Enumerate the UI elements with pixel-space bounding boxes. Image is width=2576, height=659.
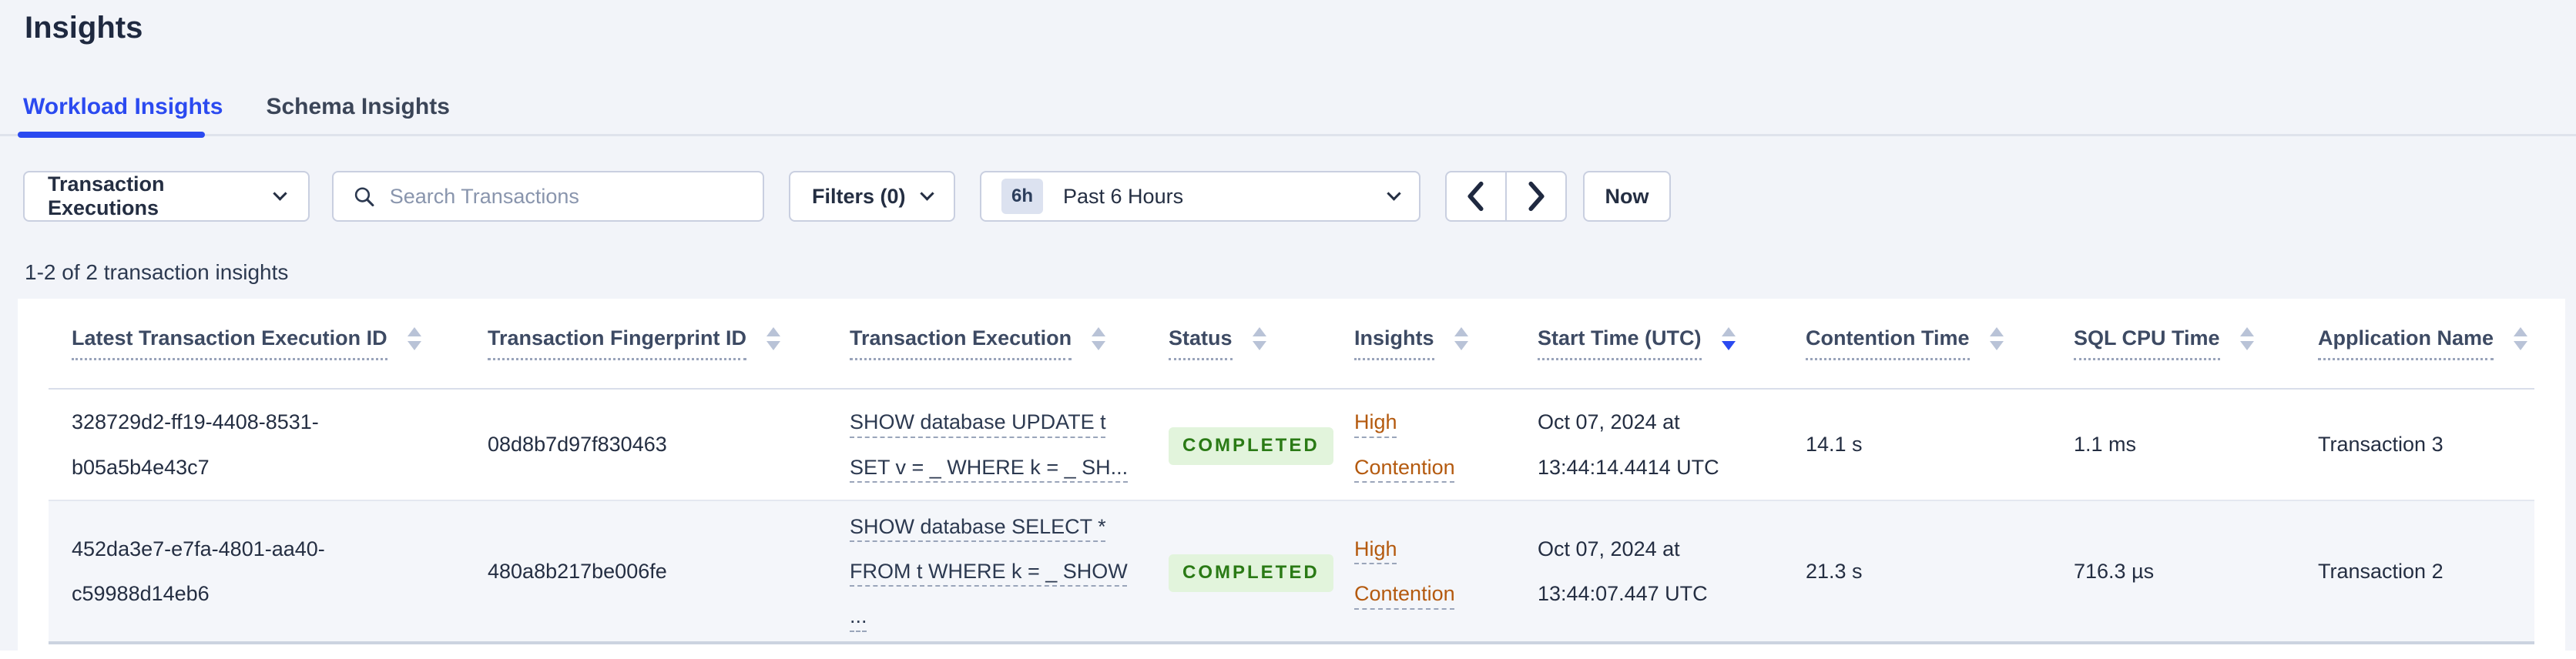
next-time-range-button[interactable]	[1505, 172, 1565, 220]
insights-table-card: Latest Transaction Execution ID Transact…	[18, 299, 2565, 659]
sort-arrows[interactable]	[2514, 327, 2528, 350]
statement-cell: SHOW database SELECT * FROM t WHERE k = …	[827, 500, 1145, 643]
sort-arrows[interactable]	[1092, 327, 1106, 350]
column-header-insights: Insights	[1331, 299, 1514, 389]
contention-time-cell: 14.1 s	[1806, 433, 1863, 457]
time-range-pager	[1445, 171, 1567, 222]
previous-time-range-button[interactable]	[1447, 172, 1505, 220]
execution-type-label: Transaction Executions	[48, 172, 165, 219]
search-icon	[354, 187, 374, 207]
high-contention-link[interactable]: High Contention	[1354, 537, 1455, 605]
tab-workload-insights[interactable]: Workload Insights	[23, 94, 223, 120]
application-name-cell: Transaction 2	[2318, 559, 2444, 583]
table-header-row: Latest Transaction Execution ID Transact…	[49, 299, 2534, 389]
status-badge: COMPLETED	[1169, 427, 1333, 466]
table-row: 328729d2-ff19-4408-8531-b05a5b4e43c7 08d…	[49, 389, 2534, 500]
filters-dropdown[interactable]: Filters (0)	[789, 171, 955, 222]
search-input[interactable]	[389, 184, 744, 209]
status-badge: COMPLETED	[1169, 554, 1333, 592]
chevron-down-icon	[273, 186, 287, 201]
active-tab-indicator	[18, 132, 205, 138]
now-button[interactable]: Now	[1583, 171, 1671, 222]
tab-bar: Workload Insights Schema Insights	[23, 94, 450, 120]
status-cell: COMPLETED	[1145, 389, 1333, 500]
tab-divider-line	[0, 134, 2576, 136]
sort-arrows[interactable]	[2239, 327, 2254, 350]
column-header-transaction-execution: Transaction Execution	[827, 299, 1145, 389]
sort-arrows[interactable]	[1989, 327, 2004, 350]
column-header-sql-cpu-time: SQL CPU Time	[2051, 299, 2295, 389]
column-header-transaction-fingerprint-id: Transaction Fingerprint ID	[465, 299, 827, 389]
sort-arrows[interactable]	[1252, 327, 1266, 350]
transaction-statement-link[interactable]: SHOW database UPDATE t SET v = _ WHERE k…	[850, 410, 1128, 478]
start-time-cell: Oct 07, 2024 at 13:44:07.447 UTC	[1538, 537, 1708, 605]
execution-type-dropdown[interactable]: Transaction Executions	[23, 171, 310, 222]
high-contention-link[interactable]: High Contention	[1354, 410, 1455, 478]
fingerprint-id-cell: 08d8b7d97f830463	[488, 433, 667, 457]
insights-page: Insights Workload Insights Schema Insigh…	[0, 0, 2576, 659]
insights-cell: High Contention	[1331, 389, 1514, 500]
sort-arrows[interactable]	[766, 327, 781, 350]
transaction-insights-table: Latest Transaction Execution ID Transact…	[49, 299, 2534, 644]
chevron-down-icon	[920, 186, 934, 201]
sort-arrows[interactable]	[407, 327, 421, 350]
status-cell: COMPLETED	[1145, 500, 1333, 643]
chevron-down-icon	[1387, 186, 1401, 201]
filters-label: Filters (0)	[812, 184, 906, 208]
fingerprint-id-cell: 480a8b217be006fe	[488, 559, 667, 583]
page-title: Insights	[25, 11, 143, 45]
sort-arrows-active[interactable]	[1721, 327, 1736, 350]
chevron-right-icon	[1528, 181, 1545, 212]
column-header-contention-time: Contention Time	[1783, 299, 2051, 389]
now-button-label: Now	[1605, 184, 1649, 208]
column-header-start-time: Start Time (UTC)	[1514, 299, 1783, 389]
transaction-statement-link[interactable]: SHOW database SELECT * FROM t WHERE k = …	[850, 515, 1128, 627]
insights-cell: High Contention	[1331, 500, 1514, 643]
tab-schema-insights[interactable]: Schema Insights	[266, 94, 449, 120]
column-header-application-name: Application Name	[2295, 299, 2534, 389]
column-header-latest-transaction-execution-id: Latest Transaction Execution ID	[49, 299, 465, 389]
sort-arrows[interactable]	[1454, 327, 1468, 350]
table-row: 452da3e7-e7fa-4801-aa40-c59988d14eb6 480…	[49, 500, 2534, 643]
time-range-label: Past 6 Hours	[1063, 184, 1184, 208]
execution-id-cell: 328729d2-ff19-4408-8531-b05a5b4e43c7	[72, 410, 319, 479]
application-name-cell: Transaction 3	[2318, 433, 2444, 457]
search-box[interactable]	[332, 171, 764, 222]
execution-id-cell: 452da3e7-e7fa-4801-aa40-c59988d14eb6	[72, 537, 325, 605]
sql-cpu-time-cell: 716.3 µs	[2074, 559, 2155, 583]
column-header-status: Status	[1145, 299, 1331, 389]
results-count: 1-2 of 2 transaction insights	[25, 260, 289, 284]
time-range-dropdown[interactable]: 6h Past 6 Hours	[980, 171, 1420, 222]
contention-time-cell: 21.3 s	[1806, 559, 1863, 583]
chevron-left-icon	[1467, 181, 1484, 212]
sql-cpu-time-cell: 1.1 ms	[2074, 433, 2137, 457]
start-time-cell: Oct 07, 2024 at 13:44:14.4414 UTC	[1538, 410, 1719, 479]
statement-cell: SHOW database UPDATE t SET v = _ WHERE k…	[827, 389, 1145, 500]
time-range-badge: 6h	[1001, 179, 1044, 214]
